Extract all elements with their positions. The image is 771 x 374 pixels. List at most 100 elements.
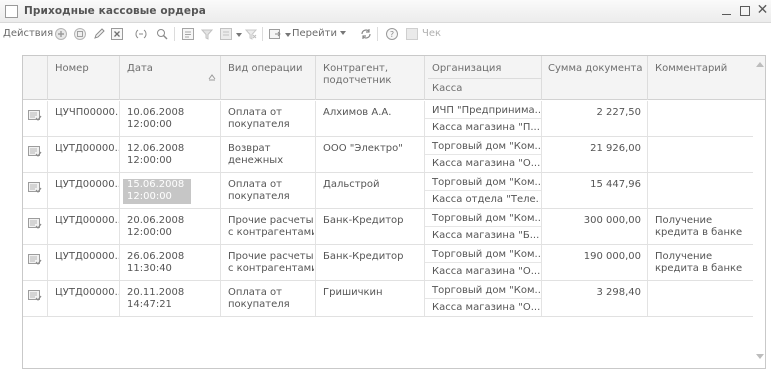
cell-cashbox: Касса магазина "П... bbox=[432, 122, 540, 133]
column-divider bbox=[220, 245, 221, 280]
cell-date-time: 11:30:40 bbox=[127, 263, 172, 274]
vertical-scrollbar[interactable] bbox=[755, 56, 765, 368]
clear-filter-icon[interactable] bbox=[244, 27, 258, 41]
cell-cashbox: Касса магазина "О... bbox=[432, 302, 540, 313]
column-number[interactable]: Номер bbox=[51, 63, 89, 74]
column-divider bbox=[220, 173, 221, 208]
cell-number: ЦУЧП00000... bbox=[55, 107, 119, 118]
close-button[interactable]: ✕ bbox=[755, 3, 770, 18]
column-operation[interactable]: Вид операции bbox=[224, 63, 303, 74]
cell-operation-line2: с контрагентами bbox=[228, 263, 314, 274]
cell-date: 12.06.2008 12:00:00 bbox=[123, 143, 191, 168]
cell-operation: Оплата от покупателя bbox=[224, 287, 314, 311]
column-cashbox[interactable]: Касса bbox=[428, 83, 462, 94]
column-divider bbox=[220, 281, 221, 316]
cell-date-day: 20.06.2008 bbox=[127, 215, 185, 226]
column-date[interactable]: Дата bbox=[123, 63, 153, 74]
help-icon[interactable]: ? bbox=[385, 27, 399, 41]
column-sum[interactable]: Сумма документа bbox=[544, 63, 642, 74]
toggle-icon[interactable] bbox=[134, 27, 148, 41]
add-icon[interactable] bbox=[54, 27, 68, 41]
cell-operation: Оплата от покупателя bbox=[224, 179, 314, 203]
column-divider bbox=[424, 209, 425, 244]
cell-operation: Возврат денежных bbox=[224, 143, 314, 167]
cell-number: ЦУТД00000... bbox=[55, 143, 119, 154]
sort-ascending-icon bbox=[208, 74, 216, 81]
svg-text:?: ? bbox=[390, 30, 394, 39]
column-divider bbox=[220, 209, 221, 244]
copy-icon[interactable] bbox=[73, 27, 87, 41]
column-divider bbox=[119, 209, 120, 244]
cell-operation-line2: покупателя bbox=[228, 191, 290, 202]
cell-comment-line2: кредита в банке bbox=[655, 227, 743, 238]
chevron-down-icon[interactable] bbox=[285, 33, 291, 37]
title-bar: Приходные кассовые ордера ✕ bbox=[0, 0, 771, 23]
cell-date: 15.06.2008 12:00:00 bbox=[123, 179, 191, 204]
column-divider bbox=[647, 281, 648, 316]
column-divider bbox=[47, 101, 48, 136]
edit-icon[interactable] bbox=[92, 27, 106, 41]
column-contragent[interactable]: Контрагент, bbox=[319, 63, 388, 74]
documents-table[interactable]: Номер Дата Вид операции Контрагент, подо… bbox=[22, 55, 766, 369]
cell-operation: Прочие расчеты с контрагентами bbox=[224, 215, 314, 239]
cell-number: ЦУТД00000... bbox=[55, 179, 119, 190]
check-button[interactable]: Чек bbox=[422, 26, 441, 42]
column-divider bbox=[47, 173, 48, 208]
scroll-down-icon[interactable] bbox=[756, 354, 764, 359]
chevron-down-icon[interactable] bbox=[236, 33, 242, 37]
cell-divider bbox=[425, 226, 541, 227]
filter-settings-icon[interactable] bbox=[219, 27, 233, 41]
cell-operation-line1: Прочие расчеты bbox=[228, 215, 314, 226]
filter-icon[interactable] bbox=[200, 27, 214, 41]
scroll-up-icon[interactable] bbox=[756, 62, 764, 67]
table-row[interactable]: ЦУТД00000... 20.06.2008 12:00:00 Прочие рас… bbox=[23, 209, 753, 245]
table-row[interactable]: ЦУТД00000... 20.11.2008 14:47:21 Оплата от п… bbox=[23, 281, 753, 317]
cell-comment-line1: Получение bbox=[655, 215, 713, 226]
table-row[interactable]: ЦУТД00000... 26.06.2008 11:30:40 Прочие рас… bbox=[23, 245, 753, 281]
cell-date-day: 26.06.2008 bbox=[127, 251, 185, 262]
cell-contragent: Гришичкин bbox=[323, 287, 383, 298]
table-header: Номер Дата Вид операции Контрагент, подо… bbox=[23, 56, 765, 100]
cell-operation-line2: денежных bbox=[228, 155, 284, 166]
column-divider bbox=[47, 137, 48, 172]
column-divider bbox=[315, 137, 316, 172]
cell-comment: Получение кредита в банке bbox=[651, 251, 755, 275]
cell-divider bbox=[425, 298, 541, 299]
column-divider bbox=[647, 245, 648, 280]
column-contragent-sub: подотчетник bbox=[323, 75, 392, 86]
cell-divider bbox=[425, 154, 541, 155]
refresh-icon[interactable] bbox=[359, 27, 373, 41]
find-icon[interactable] bbox=[155, 27, 169, 41]
table-row[interactable]: ЦУТД00000... 15.06.2008 12:00:00 Оплата от п… bbox=[23, 173, 753, 209]
cell-contragent: Банк-Кредитор bbox=[323, 215, 404, 226]
document-posted-icon bbox=[28, 182, 42, 193]
print-icon[interactable] bbox=[268, 27, 282, 41]
column-comment[interactable]: Комментарий bbox=[651, 63, 727, 74]
minimize-button[interactable] bbox=[719, 3, 734, 18]
table-row[interactable]: ЦУТД00000... 12.06.2008 12:00:00 Возврат ден… bbox=[23, 137, 753, 173]
toolbar-separator bbox=[262, 27, 263, 41]
column-divider bbox=[119, 56, 120, 100]
cell-organization: ИЧП "Предпринима... bbox=[432, 105, 540, 116]
maximize-button[interactable] bbox=[737, 3, 752, 18]
header-divider bbox=[428, 78, 542, 79]
goto-menu[interactable]: Перейти bbox=[292, 26, 346, 42]
cell-contragent: Банк-Кредитор bbox=[323, 251, 404, 262]
column-divider bbox=[541, 209, 542, 244]
hierarchy-icon[interactable] bbox=[181, 27, 195, 41]
table-row[interactable]: ЦУЧП00000... 10.06.2008 12:00:00 Оплата от п… bbox=[23, 101, 753, 137]
cell-sum: 190 000,00 bbox=[583, 251, 641, 262]
column-divider bbox=[220, 137, 221, 172]
receipt-icon[interactable] bbox=[405, 27, 419, 41]
delete-icon[interactable] bbox=[110, 27, 124, 41]
cell-date-day: 20.11.2008 bbox=[127, 287, 185, 298]
column-organization[interactable]: Организация bbox=[428, 63, 501, 74]
column-divider bbox=[647, 56, 648, 100]
minimize-icon bbox=[722, 14, 731, 15]
column-divider bbox=[119, 281, 120, 316]
column-divider bbox=[47, 56, 48, 100]
cell-operation: Прочие расчеты с контрагентами bbox=[224, 251, 314, 275]
column-divider bbox=[47, 245, 48, 280]
column-divider bbox=[47, 209, 48, 244]
column-divider bbox=[424, 56, 425, 100]
